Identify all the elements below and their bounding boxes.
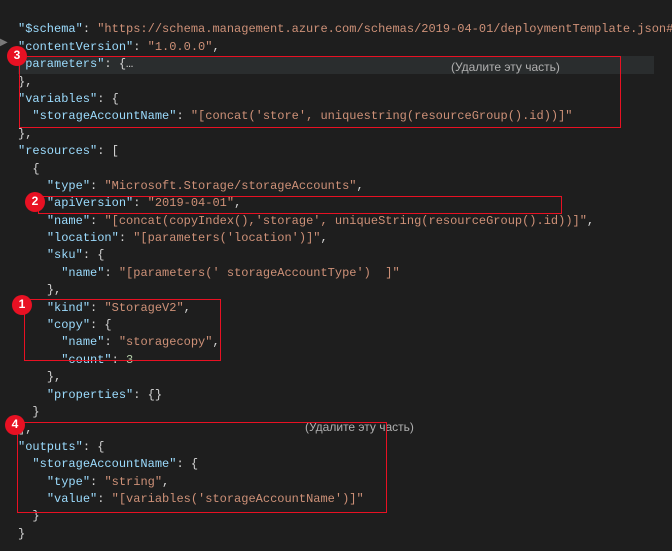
json-key: "name" <box>47 214 90 228</box>
json-value: "Microsoft.Storage/storageAccounts" <box>104 179 356 193</box>
json-key: "$schema" <box>18 22 83 36</box>
json-key: "count" <box>61 353 111 367</box>
json-value: "string" <box>104 475 162 489</box>
delete-label-bottom: (Удалите эту часть) <box>305 419 414 436</box>
callout-1: 1 <box>12 295 32 315</box>
json-value: "[concat('store', uniquestring(resourceG… <box>191 109 573 123</box>
json-value: "https://schema.management.azure.com/sch… <box>97 22 672 36</box>
json-key: "value" <box>47 492 97 506</box>
code-block: "$schema": "https://schema.management.az… <box>0 0 672 551</box>
callout-3: 3 <box>7 46 27 66</box>
json-value: "[parameters('location')]" <box>133 231 320 245</box>
json-value: "2019-04-01" <box>148 196 234 210</box>
json-value: "1.0.0.0" <box>148 40 213 54</box>
json-key: "properties" <box>47 388 133 402</box>
delete-label-top: (Удалите эту часть) <box>451 59 560 76</box>
json-key: "variables" <box>18 92 97 106</box>
json-key: "storageAccountName" <box>32 457 176 471</box>
json-key: "name" <box>61 335 104 349</box>
callout-4: 4 <box>5 415 25 435</box>
json-key: "parameters" <box>18 57 104 71</box>
json-key: "contentVersion" <box>18 40 133 54</box>
json-value: "[parameters(' storageAccountType') ]" <box>119 266 400 280</box>
json-key: "storageAccountName" <box>32 109 176 123</box>
json-key: "kind" <box>47 301 90 315</box>
json-key: "location" <box>47 231 119 245</box>
json-value: "storagecopy" <box>119 335 213 349</box>
json-value: "[concat(copyIndex(),'storage', uniqueSt… <box>104 214 586 228</box>
json-key: "copy" <box>47 318 90 332</box>
json-key: "type" <box>47 475 90 489</box>
json-key: "resources" <box>18 144 97 158</box>
json-value: "StorageV2" <box>104 301 183 315</box>
json-key: "outputs" <box>18 440 83 454</box>
ellipsis: … <box>126 57 133 71</box>
json-value: "[variables('storageAccountName')]" <box>112 492 364 506</box>
json-key: "name" <box>61 266 104 280</box>
callout-2: 2 <box>25 192 45 212</box>
json-key: "apiVersion" <box>47 196 133 210</box>
json-value: 3 <box>126 353 133 367</box>
json-key: "type" <box>47 179 90 193</box>
json-key: "sku" <box>47 248 83 262</box>
